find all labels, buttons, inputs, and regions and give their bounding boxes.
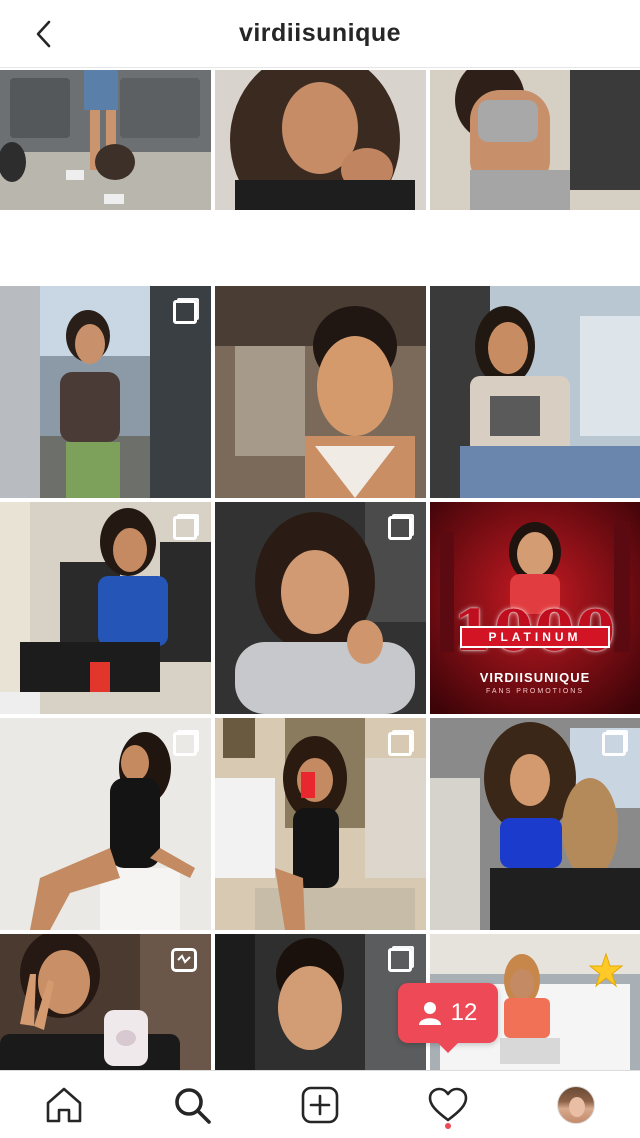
multiple-photos-icon <box>173 300 197 324</box>
nav-home[interactable] <box>32 1073 96 1137</box>
post-image <box>430 70 640 210</box>
chevron-left-icon <box>36 20 51 48</box>
page-title: virdiisunique <box>238 19 402 47</box>
nav-activity[interactable] <box>416 1073 480 1137</box>
home-icon <box>46 1087 82 1122</box>
post-thumbnail-7[interactable] <box>0 502 211 714</box>
poster-username: VIRDIISUNIQUE <box>479 670 591 685</box>
new-followers-notification[interactable]: 12 <box>398 983 498 1053</box>
multiple-photos-icon <box>602 732 626 756</box>
post-image <box>430 286 640 498</box>
follower-count: 12 <box>450 999 478 1026</box>
post-thumbnail-12[interactable] <box>430 718 640 930</box>
top-bar: virdiisunique <box>0 0 640 68</box>
activity-notification-dot <box>445 1122 451 1129</box>
post-thumbnail-9[interactable]: 1000 PLATINUM VIRDIISUNIQUE FANS PROMOTI… <box>430 502 640 714</box>
post-image <box>215 286 426 498</box>
poster-platinum-label: PLATINUM <box>460 626 610 648</box>
igtv-icon <box>171 948 197 972</box>
post-thumbnail-3[interactable] <box>430 70 640 282</box>
instagram-profile-grid: virdiisunique PLATINUM VIRDIISUNIQUE FAN… <box>0 0 640 1138</box>
multiple-photos-icon <box>173 732 197 756</box>
activity-heart-icon <box>428 1087 468 1121</box>
post-thumbnail-4[interactable] <box>0 286 211 498</box>
post-thumbnail-14[interactable] <box>215 934 426 1070</box>
person-icon <box>418 1002 441 1025</box>
profile-avatar <box>557 1085 595 1124</box>
multiple-photos-icon <box>388 948 412 972</box>
multiple-photos-icon <box>388 516 412 540</box>
post-thumbnail-11[interactable] <box>215 718 426 930</box>
post-image <box>0 70 211 210</box>
search-icon <box>175 1087 211 1124</box>
nav-profile[interactable] <box>544 1073 608 1137</box>
post-thumbnail-2[interactable] <box>215 70 426 282</box>
multiple-photos-icon <box>173 516 197 540</box>
new-post-icon <box>301 1086 339 1123</box>
post-thumbnail-5[interactable] <box>215 286 426 498</box>
post-thumbnail-1[interactable] <box>0 70 211 282</box>
post-image <box>215 70 426 210</box>
back-button[interactable] <box>28 18 60 50</box>
post-thumbnail-6[interactable] <box>430 286 640 498</box>
nav-new-post[interactable] <box>288 1073 352 1137</box>
post-grid: 1000 PLATINUM VIRDIISUNIQUE FANS PROMOTI… <box>0 70 640 1070</box>
multiple-photos-icon <box>388 732 412 756</box>
post-thumbnail-10[interactable] <box>0 718 211 930</box>
bottom-navigation <box>0 1070 640 1138</box>
post-thumbnail-13[interactable] <box>0 934 211 1070</box>
nav-search[interactable] <box>160 1073 224 1137</box>
poster-subtitle: FANS PROMOTIONS <box>485 688 585 695</box>
post-thumbnail-8[interactable] <box>215 502 426 714</box>
